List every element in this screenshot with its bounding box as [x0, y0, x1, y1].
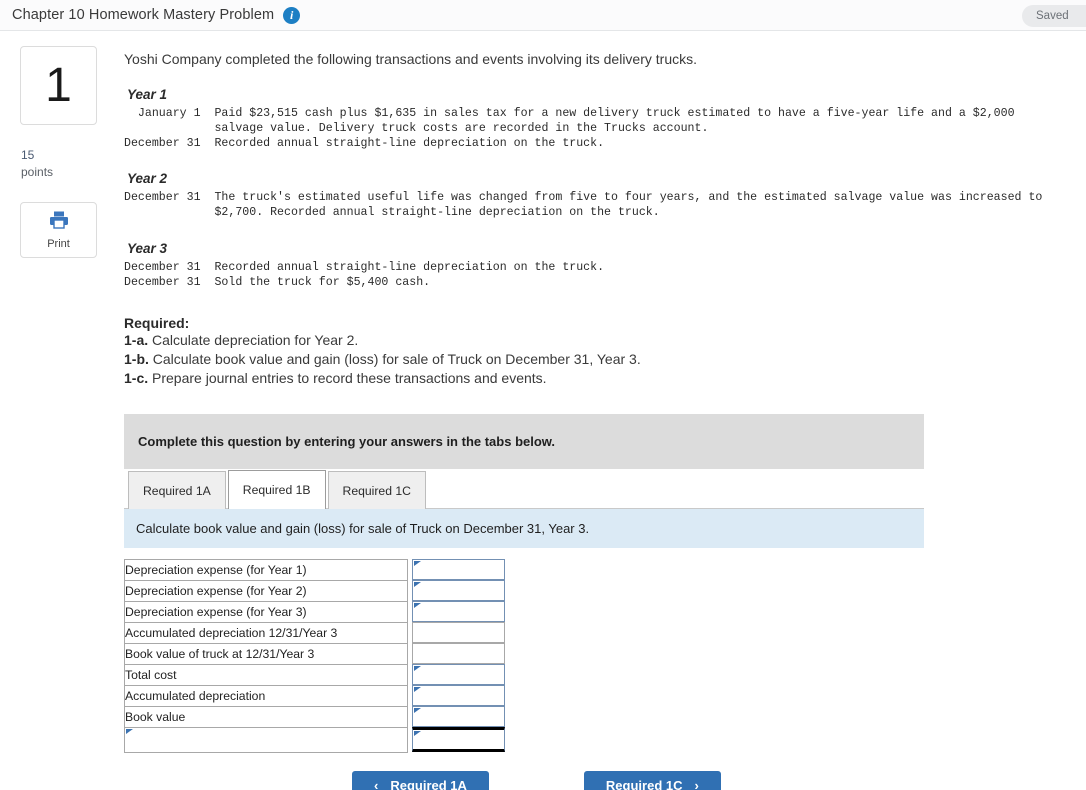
table-row: Book value of truck at 12/31/Year 3	[124, 642, 505, 665]
row-label: Accumulated depreciation 12/31/Year 3	[124, 621, 408, 644]
chevron-left-icon: ‹	[374, 777, 379, 790]
answer-table: Depreciation expense (for Year 1) Deprec…	[124, 558, 505, 753]
printer-icon	[48, 210, 70, 235]
table-row: Total cost	[124, 663, 505, 686]
answer-input-accumulated-depreciation[interactable]	[411, 685, 505, 707]
row-label: Depreciation expense (for Year 3)	[124, 600, 408, 623]
print-button[interactable]: Print	[20, 201, 97, 258]
required-item-tag: 1-a.	[124, 331, 149, 348]
row-value-cell	[411, 643, 505, 665]
points-value: 15	[21, 148, 35, 162]
panel-instruction-banner: Complete this question by entering your …	[124, 413, 924, 469]
transaction-line: January 1 Paid $23,515 cash plus $1,635 …	[124, 107, 1015, 120]
row-value-cell	[411, 685, 505, 707]
tab-strip: Required 1A Required 1B Required 1C	[124, 469, 924, 509]
required-item: 1-c. Prepare journal entries to record t…	[124, 369, 1066, 388]
transaction-line: December 31 The truck's estimated useful…	[124, 191, 1043, 205]
required-item: 1-b. Calculate book value and gain (loss…	[124, 350, 1066, 369]
required-item-text: Calculate depreciation for Year 2.	[152, 331, 359, 348]
prev-button-label: Required 1A	[390, 777, 467, 790]
row-value-cell	[411, 559, 505, 581]
panel-navigation: ‹ Required 1A Required 1C ›	[124, 770, 924, 790]
answer-input-depreciation-year-3[interactable]	[411, 601, 505, 623]
row-value-cell	[411, 727, 505, 753]
table-row: Depreciation expense (for Year 3)	[124, 600, 505, 623]
problem-intro: Yoshi Company completed the following tr…	[124, 51, 698, 67]
tab-required-1b[interactable]: Required 1B	[227, 469, 326, 509]
tab-required-1a[interactable]: Required 1A	[128, 470, 226, 509]
answer-input-book-value[interactable]	[411, 706, 505, 728]
answer-input-depreciation-year-2[interactable]	[411, 580, 505, 602]
table-row: Depreciation expense (for Year 2)	[124, 579, 505, 602]
prev-required-1a-button[interactable]: ‹ Required 1A	[352, 770, 489, 790]
table-row: Book value	[124, 705, 505, 728]
page-body: 1 15 points Print Yoshi Company complete…	[0, 31, 1086, 790]
row-label: Book value	[124, 705, 408, 728]
row-label: Depreciation expense (for Year 2)	[124, 579, 408, 602]
row-value-cell	[411, 706, 505, 728]
readonly-cell-accumulated-depreciation-total	[411, 622, 505, 644]
tab-required-1c[interactable]: Required 1C	[327, 470, 426, 509]
answer-panel: Complete this question by entering your …	[124, 413, 924, 790]
points-label: points	[21, 165, 54, 180]
table-row: Depreciation expense (for Year 1)	[124, 558, 505, 581]
next-button-label: Required 1C	[605, 777, 683, 790]
row-value-cell	[411, 580, 505, 602]
transaction-line: December 31 Recorded annual straight-lin…	[124, 261, 605, 275]
answer-input-depreciation-year-1[interactable]	[411, 559, 505, 581]
saved-status-badge: Saved	[1022, 5, 1086, 27]
main-content: Yoshi Company completed the following tr…	[100, 46, 1086, 790]
required-heading: Required:	[124, 314, 190, 331]
required-item-tag: 1-b.	[124, 350, 149, 367]
next-required-1c-button[interactable]: Required 1C ›	[583, 770, 721, 790]
answer-input-row-label[interactable]	[124, 726, 408, 753]
answer-input-gain-loss[interactable]	[411, 727, 505, 753]
top-header-bar: Chapter 10 Homework Mastery Problem i Sa…	[0, 0, 1086, 31]
readonly-cell-book-value-total	[411, 643, 505, 665]
transaction-line: December 31 Sold the truck for $5,400 ca…	[124, 275, 431, 289]
year-heading-3: Year 3	[127, 241, 168, 257]
transaction-line: December 31 Recorded annual straight-lin…	[124, 136, 605, 150]
tab-subheading: Calculate book value and gain (loss) for…	[124, 508, 924, 549]
required-item: 1-a. Calculate depreciation for Year 2.	[124, 331, 1066, 350]
transaction-line: salvage value. Delivery truck costs are …	[124, 121, 709, 135]
row-label: Depreciation expense (for Year 1)	[124, 558, 408, 581]
table-row-total	[124, 726, 505, 753]
row-label: Accumulated depreciation	[124, 684, 408, 707]
required-item-tag: 1-c.	[124, 369, 149, 386]
row-value-cell	[411, 664, 505, 686]
chevron-right-icon: ›	[694, 777, 699, 790]
answer-input-total-cost[interactable]	[411, 664, 505, 686]
row-label: Total cost	[124, 663, 408, 686]
required-item-text: Calculate book value and gain (loss) for…	[152, 350, 641, 367]
question-number-box: 1	[20, 46, 97, 125]
question-rail: 1 15 points Print	[0, 46, 100, 790]
year-heading-2: Year 2	[127, 171, 168, 187]
required-item-text: Prepare journal entries to record these …	[152, 369, 547, 386]
year-heading-1: Year 1	[127, 87, 168, 102]
row-value-cell	[411, 622, 505, 644]
transaction-line: $2,700. Recorded annual straight-line de…	[124, 206, 660, 220]
page-title: Chapter 10 Homework Mastery Problem	[12, 7, 275, 23]
table-row: Accumulated depreciation 12/31/Year 3	[124, 621, 505, 644]
print-label: Print	[47, 237, 70, 250]
row-value-cell	[411, 601, 505, 623]
info-icon[interactable]: i	[283, 6, 301, 24]
points-block: 15 points	[20, 147, 100, 182]
table-row: Accumulated depreciation	[124, 684, 505, 707]
row-label: Book value of truck at 12/31/Year 3	[124, 642, 408, 665]
